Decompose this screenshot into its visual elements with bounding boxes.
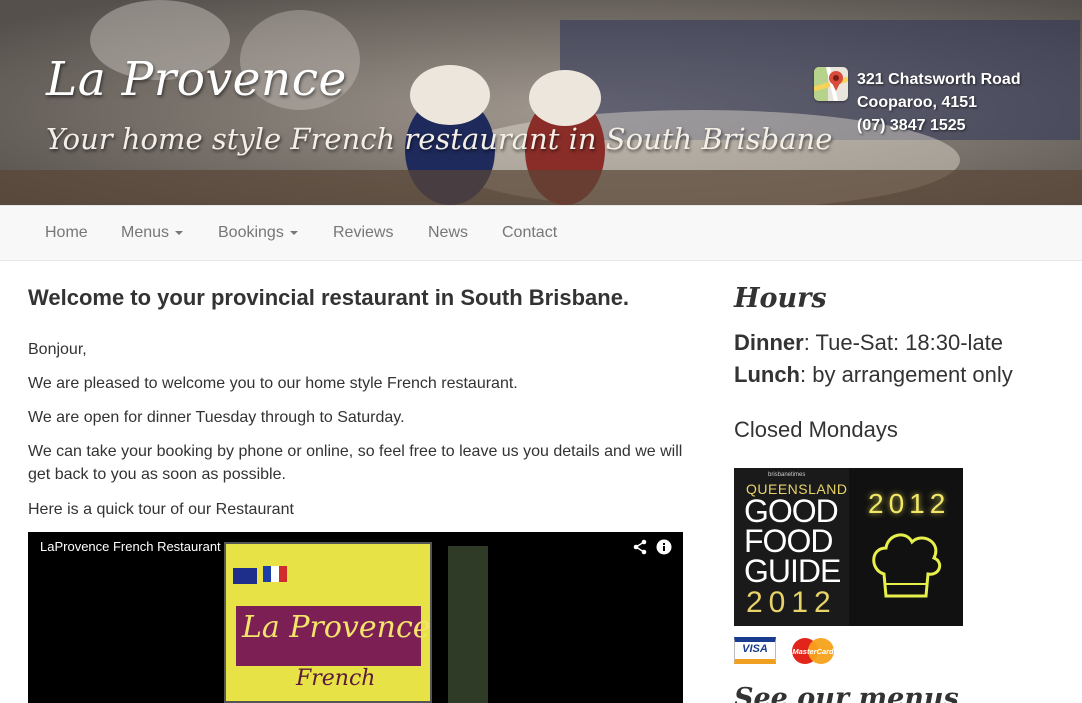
lunch-hours: Lunch: by arrangement only	[734, 362, 1013, 388]
mastercard-icon: MasterCard	[790, 637, 836, 665]
flags-icon	[233, 566, 287, 584]
google-maps-icon[interactable]	[814, 67, 848, 101]
nav-reviews[interactable]: Reviews	[333, 206, 393, 260]
youtube-video-player[interactable]: La Provence French LaProvence French Res…	[28, 532, 683, 703]
nav-contact[interactable]: Contact	[502, 206, 557, 260]
nav-bookings-label: Bookings	[218, 224, 284, 241]
hours-heading: Hours	[734, 283, 827, 314]
dinner-hours: Dinner: Tue-Sat: 18:30-late	[734, 330, 1003, 356]
good-food-guide-award[interactable]: brisbanetimes QUEENSLAND GOOD FOOD GUIDE…	[734, 468, 963, 626]
chef-hat-icon	[872, 533, 942, 598]
booking-paragraph: We can take your booking by phone or onl…	[28, 443, 683, 483]
nav-menus-dropdown[interactable]: Menus	[121, 206, 184, 260]
lunch-label: Lunch	[734, 362, 800, 387]
dinner-value: : Tue-Sat: 18:30-late	[803, 330, 1004, 355]
visa-label: VISA	[742, 643, 768, 655]
award-line-guide: GUIDE	[744, 553, 841, 589]
video-foliage	[448, 546, 488, 703]
sign-text-name: La Provence	[242, 610, 431, 645]
site-tagline: Your home style French restaurant in Sou…	[46, 122, 833, 156]
award-brand: brisbanetimes	[768, 472, 806, 478]
contact-address: 321 Chatsworth Road Cooparoo, 4151 (07) …	[857, 68, 1021, 137]
address-line-suburb: Cooparoo, 4151	[857, 94, 978, 111]
visa-card-icon: VISA	[734, 637, 776, 664]
nav-menus-label: Menus	[121, 224, 170, 241]
award-year-neon: 2012	[868, 488, 951, 519]
main-navbar: Home Menus Bookings Reviews News Contact	[0, 205, 1082, 261]
site-title[interactable]: La Provence	[46, 52, 347, 107]
award-line-good: GOOD	[744, 493, 839, 529]
share-icon[interactable]	[632, 539, 648, 555]
see-menus-heading[interactable]: See our menus	[734, 683, 959, 703]
video-title[interactable]: LaProvence French Restaurant	[40, 539, 221, 554]
address-line-street: 321 Chatsworth Road	[857, 71, 1021, 88]
phone-number[interactable]: (07) 3847 1525	[857, 114, 1021, 137]
nav-news[interactable]: News	[428, 206, 468, 260]
info-icon[interactable]	[656, 539, 672, 555]
welcome-heading: Welcome to your provincial restaurant in…	[28, 285, 630, 310]
award-year: 2012	[746, 586, 837, 619]
caret-down-icon	[289, 230, 298, 235]
intro-paragraph: We are pleased to welcome you to our hom…	[28, 375, 518, 392]
dinner-label: Dinner	[734, 330, 804, 355]
opening-paragraph: We are open for dinner Tuesday through t…	[28, 409, 405, 426]
closed-notice: Closed Mondays	[734, 417, 898, 442]
lunch-value: : by arrangement only	[800, 362, 1013, 387]
nav-home[interactable]: Home	[45, 206, 88, 260]
nav-bookings-dropdown[interactable]: Bookings	[218, 206, 298, 260]
caret-down-icon	[175, 230, 184, 235]
mastercard-label: MasterCard	[792, 647, 834, 656]
sign-text-french: French	[296, 666, 376, 691]
intro-greeting: Bonjour,	[28, 341, 87, 358]
award-line-food: FOOD	[744, 523, 833, 559]
tour-paragraph: Here is a quick tour of our Restaurant	[28, 501, 294, 518]
header-banner: La Provence Your home style French resta…	[0, 0, 1082, 205]
